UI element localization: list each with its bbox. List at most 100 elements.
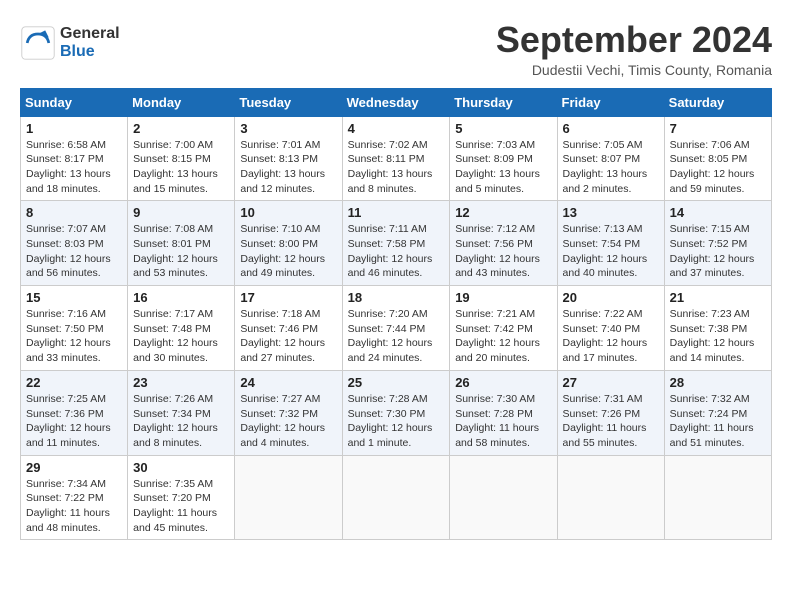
day-info: Sunrise: 7:16 AMSunset: 7:50 PMDaylight:… (26, 308, 111, 364)
day-number: 8 (26, 205, 122, 220)
month-title: September 2024 (496, 20, 772, 60)
day-info: Sunrise: 7:12 AMSunset: 7:56 PMDaylight:… (455, 223, 540, 279)
day-info: Sunrise: 7:13 AMSunset: 7:54 PMDaylight:… (563, 223, 648, 279)
day-info: Sunrise: 7:07 AMSunset: 8:03 PMDaylight:… (26, 223, 111, 279)
day-info: Sunrise: 7:30 AMSunset: 7:28 PMDaylight:… (455, 393, 539, 449)
day-number: 12 (455, 205, 551, 220)
day-number: 24 (240, 375, 336, 390)
logo: General Blue (20, 25, 120, 61)
day-number: 16 (133, 290, 229, 305)
day-number: 15 (26, 290, 122, 305)
logo-icon (20, 25, 56, 61)
day-number: 3 (240, 121, 336, 136)
calendar-cell: 28Sunrise: 7:32 AMSunset: 7:24 PMDayligh… (664, 370, 771, 455)
day-number: 30 (133, 460, 229, 475)
day-number: 18 (348, 290, 445, 305)
calendar-cell (450, 455, 557, 540)
logo-general: General (60, 25, 120, 43)
header-saturday: Saturday (664, 88, 771, 116)
calendar-cell (664, 455, 771, 540)
day-number: 4 (348, 121, 445, 136)
day-number: 10 (240, 205, 336, 220)
calendar-cell: 26 Sunrise: 7:30 AMSunset: 7:28 PMDayligh… (450, 370, 557, 455)
calendar-cell: 15 Sunrise: 7:16 AMSunset: 7:50 PMDayligh… (21, 286, 128, 371)
calendar-cell: 19Sunrise: 7:21 AMSunset: 7:42 PMDayligh… (450, 286, 557, 371)
day-info: Sunrise: 7:35 AMSunset: 7:20 PMDaylight:… (133, 478, 217, 534)
logo-text: General Blue (60, 25, 120, 60)
calendar-cell (235, 455, 342, 540)
day-info: Sunrise: 7:27 AMSunset: 7:32 PMDaylight:… (240, 393, 325, 449)
day-number: 13 (563, 205, 659, 220)
day-info: Sunrise: 7:21 AMSunset: 7:42 PMDaylight:… (455, 308, 540, 364)
calendar-cell: 29 Sunrise: 7:34 AMSunset: 7:22 PMDayligh… (21, 455, 128, 540)
day-number: 29 (26, 460, 122, 475)
day-info: Sunrise: 7:01 AMSunset: 8:13 PMDaylight:… (240, 139, 325, 195)
calendar-week-5: 29 Sunrise: 7:34 AMSunset: 7:22 PMDayligh… (21, 455, 772, 540)
day-info: Sunrise: 7:11 AMSunset: 7:58 PMDaylight:… (348, 223, 433, 279)
calendar-cell: 6Sunrise: 7:05 AMSunset: 8:07 PMDaylight… (557, 116, 664, 201)
day-info: Sunrise: 6:58 AMSunset: 8:17 PMDaylight:… (26, 139, 111, 195)
day-number: 23 (133, 375, 229, 390)
day-info: Sunrise: 7:10 AMSunset: 8:00 PMDaylight:… (240, 223, 325, 279)
day-info: Sunrise: 7:02 AMSunset: 8:11 PMDaylight:… (348, 139, 433, 195)
day-number: 25 (348, 375, 445, 390)
day-info: Sunrise: 7:18 AMSunset: 7:46 PMDaylight:… (240, 308, 325, 364)
calendar-week-1: 1 Sunrise: 6:58 AMSunset: 8:17 PMDaylight… (21, 116, 772, 201)
calendar-cell: 1 Sunrise: 6:58 AMSunset: 8:17 PMDaylight… (21, 116, 128, 201)
calendar-cell: 21Sunrise: 7:23 AMSunset: 7:38 PMDayligh… (664, 286, 771, 371)
calendar-cell: 4 Sunrise: 7:02 AMSunset: 8:11 PMDaylight… (342, 116, 450, 201)
day-number: 27 (563, 375, 659, 390)
day-number: 7 (670, 121, 766, 136)
calendar-cell: 24 Sunrise: 7:27 AMSunset: 7:32 PMDayligh… (235, 370, 342, 455)
header-row: Sunday Monday Tuesday Wednesday Thursday… (21, 88, 772, 116)
day-info: Sunrise: 7:03 AMSunset: 8:09 PMDaylight:… (455, 139, 540, 195)
day-number: 5 (455, 121, 551, 136)
calendar-cell: 30 Sunrise: 7:35 AMSunset: 7:20 PMDayligh… (128, 455, 235, 540)
calendar-cell: 16Sunrise: 7:17 AMSunset: 7:48 PMDayligh… (128, 286, 235, 371)
day-number: 2 (133, 121, 229, 136)
calendar-week-2: 8 Sunrise: 7:07 AMSunset: 8:03 PMDaylight… (21, 201, 772, 286)
day-number: 20 (563, 290, 659, 305)
day-info: Sunrise: 7:20 AMSunset: 7:44 PMDaylight:… (348, 308, 433, 364)
calendar-cell: 3 Sunrise: 7:01 AMSunset: 8:13 PMDaylight… (235, 116, 342, 201)
day-info: Sunrise: 7:34 AMSunset: 7:22 PMDaylight:… (26, 478, 110, 534)
calendar-cell: 2Sunrise: 7:00 AMSunset: 8:15 PMDaylight… (128, 116, 235, 201)
calendar-cell: 11 Sunrise: 7:11 AMSunset: 7:58 PMDayligh… (342, 201, 450, 286)
day-number: 11 (348, 205, 445, 220)
calendar-cell: 8 Sunrise: 7:07 AMSunset: 8:03 PMDaylight… (21, 201, 128, 286)
calendar-cell (557, 455, 664, 540)
header-wednesday: Wednesday (342, 88, 450, 116)
calendar-week-3: 15 Sunrise: 7:16 AMSunset: 7:50 PMDayligh… (21, 286, 772, 371)
day-number: 14 (670, 205, 766, 220)
day-info: Sunrise: 7:26 AMSunset: 7:34 PMDaylight:… (133, 393, 218, 449)
day-info: Sunrise: 7:06 AMSunset: 8:05 PMDaylight:… (670, 139, 755, 195)
day-info: Sunrise: 7:31 AMSunset: 7:26 PMDaylight:… (563, 393, 647, 449)
calendar-week-4: 22Sunrise: 7:25 AMSunset: 7:36 PMDayligh… (21, 370, 772, 455)
calendar-cell: 5 Sunrise: 7:03 AMSunset: 8:09 PMDaylight… (450, 116, 557, 201)
calendar-cell: 14 Sunrise: 7:15 AMSunset: 7:52 PMDayligh… (664, 201, 771, 286)
calendar-cell: 22Sunrise: 7:25 AMSunset: 7:36 PMDayligh… (21, 370, 128, 455)
day-number: 21 (670, 290, 766, 305)
day-info: Sunrise: 7:15 AMSunset: 7:52 PMDaylight:… (670, 223, 755, 279)
calendar-cell: 18 Sunrise: 7:20 AMSunset: 7:44 PMDayligh… (342, 286, 450, 371)
day-info: Sunrise: 7:05 AMSunset: 8:07 PMDaylight:… (563, 139, 648, 195)
header-tuesday: Tuesday (235, 88, 342, 116)
calendar-cell: 7 Sunrise: 7:06 AMSunset: 8:05 PMDaylight… (664, 116, 771, 201)
title-section: September 2024 Dudestii Vechi, Timis Cou… (496, 20, 772, 78)
day-number: 26 (455, 375, 551, 390)
calendar-cell: 17Sunrise: 7:18 AMSunset: 7:46 PMDayligh… (235, 286, 342, 371)
calendar-cell: 23 Sunrise: 7:26 AMSunset: 7:34 PMDayligh… (128, 370, 235, 455)
calendar-cell (342, 455, 450, 540)
header-friday: Friday (557, 88, 664, 116)
calendar-cell: 20Sunrise: 7:22 AMSunset: 7:40 PMDayligh… (557, 286, 664, 371)
day-number: 22 (26, 375, 122, 390)
header-monday: Monday (128, 88, 235, 116)
calendar-cell: 13 Sunrise: 7:13 AMSunset: 7:54 PMDayligh… (557, 201, 664, 286)
header-sunday: Sunday (21, 88, 128, 116)
day-info: Sunrise: 7:28 AMSunset: 7:30 PMDaylight:… (348, 393, 433, 449)
calendar-cell: 25 Sunrise: 7:28 AMSunset: 7:30 PMDayligh… (342, 370, 450, 455)
day-info: Sunrise: 7:32 AMSunset: 7:24 PMDaylight:… (670, 393, 754, 449)
day-number: 1 (26, 121, 122, 136)
header-thursday: Thursday (450, 88, 557, 116)
calendar-cell: 12 Sunrise: 7:12 AMSunset: 7:56 PMDayligh… (450, 201, 557, 286)
